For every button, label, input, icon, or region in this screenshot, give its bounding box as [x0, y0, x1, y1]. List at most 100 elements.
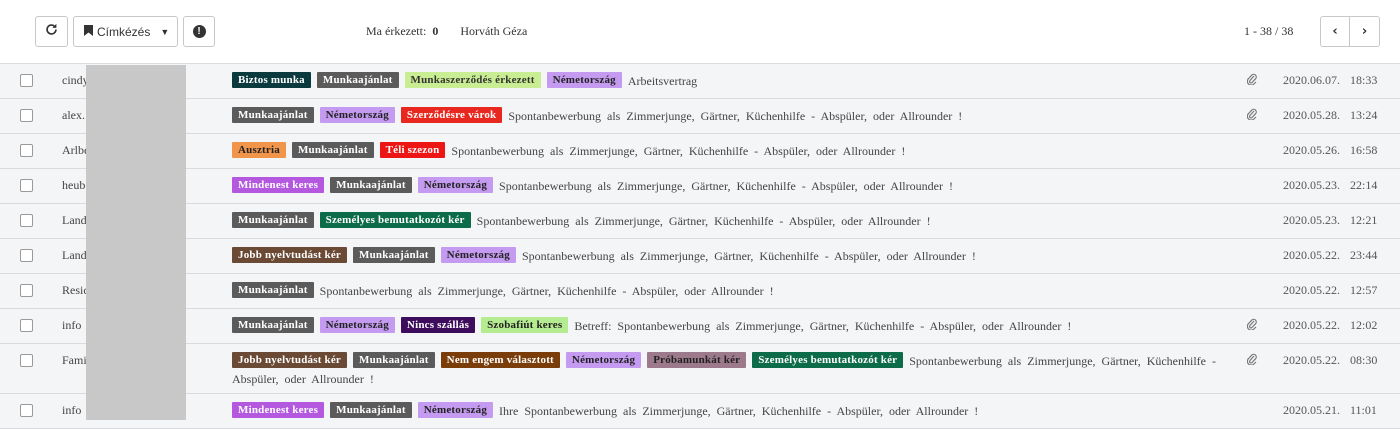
- label-tag[interactable]: Szobafiút keres: [481, 317, 569, 333]
- label-tag[interactable]: Jobb nyelvtudást kér: [232, 247, 348, 263]
- label-tag[interactable]: Munkaajánlat: [316, 72, 399, 88]
- label-tag[interactable]: Munkaajánlat: [353, 352, 435, 368]
- subject[interactable]: Betreff: Spontanbewerbung als Zimmerjung…: [574, 319, 1071, 333]
- received-date: 2020.05.22.: [1283, 318, 1340, 332]
- mail-row[interactable]: Land Munkaajánlat Személyes bemutatkozót k…: [0, 204, 1400, 239]
- sender: info: [62, 403, 82, 417]
- paperclip-icon: [1246, 73, 1257, 88]
- label-tag[interactable]: Németország: [417, 402, 494, 418]
- received-time: 18:33: [1350, 73, 1378, 87]
- subject[interactable]: Ihre Spontanbewerbung als Zimmerjunge, G…: [499, 404, 978, 418]
- row-checkbox[interactable]: [20, 284, 33, 297]
- mail-row[interactable]: Fami Jobb nyelvtudást kér Munkaajánlat Nem …: [0, 344, 1400, 394]
- row-checkbox[interactable]: [20, 144, 33, 157]
- row-content: Munkaajánlat Személyes bemutatkozót kér Sp…: [232, 212, 1232, 230]
- sender: Land: [62, 248, 87, 262]
- row-checkbox[interactable]: [20, 214, 33, 227]
- received-time: 11:01: [1350, 403, 1377, 417]
- sender: Fami: [62, 353, 87, 367]
- mail-row[interactable]: info Munkaajánlat Németország Nincs szállás…: [0, 309, 1400, 344]
- subject[interactable]: Spontanbewerbung als Zimmerjunge, Gärtne…: [320, 284, 774, 298]
- row-content: Munkaajánlat Németország Nincs szállás Szob…: [232, 317, 1232, 335]
- label-tag[interactable]: Nem engem választott: [440, 352, 560, 368]
- user-name: Horváth Géza: [460, 24, 528, 38]
- mail-row[interactable]: alex. Munkaajánlat Németország Szerződésre …: [0, 99, 1400, 134]
- row-content: Jobb nyelvtudást kér Munkaajánlat Németors…: [232, 247, 1232, 265]
- label-tag[interactable]: Személyes bemutatkozót kér: [319, 212, 471, 228]
- received-time: 12:21: [1350, 213, 1378, 227]
- label-tag[interactable]: Németország: [319, 107, 395, 123]
- label-tag[interactable]: Munkaszerződés érkezett: [404, 72, 541, 88]
- received-time: 13:24: [1350, 108, 1378, 122]
- subject[interactable]: Spontanbewerbung als Zimmerjunge, Gärtne…: [522, 249, 976, 263]
- label-tag[interactable]: Németország: [417, 177, 494, 193]
- row-checkbox[interactable]: [20, 109, 33, 122]
- row-content: Ausztria Munkaajánlat Téli szezon Spontanbe…: [232, 142, 1232, 160]
- row-checkbox[interactable]: [20, 249, 33, 262]
- label-tag[interactable]: Munkaajánlat: [291, 142, 374, 158]
- label-tag[interactable]: Munkaajánlat: [353, 247, 435, 263]
- subject[interactable]: Spontanbewerbung als Zimmerjunge, Gärtne…: [499, 179, 953, 193]
- prev-page-button[interactable]: ‹: [1320, 16, 1350, 47]
- row-checkbox[interactable]: [20, 319, 33, 332]
- label-tag[interactable]: Személyes bemutatkozót kér: [752, 352, 904, 368]
- chevron-left-icon: ‹: [1332, 24, 1338, 39]
- subject[interactable]: Spontanbewerbung als Zimmerjunge, Gärtne…: [508, 109, 962, 123]
- label-tag[interactable]: Jobb nyelvtudást kér: [232, 352, 348, 368]
- subject[interactable]: Spontanbewerbung als Zimmerjunge, Gärtne…: [451, 144, 905, 158]
- subject[interactable]: Arbeitsvertrag: [628, 74, 697, 88]
- info-icon: !: [192, 25, 206, 38]
- label-tag[interactable]: Németország: [440, 247, 516, 263]
- mail-row[interactable]: cindy Biztos munka Munkaajánlat Munkaszerző…: [0, 64, 1400, 99]
- mail-row[interactable]: info Mindenest keres Munkaajánlat Németorsz…: [0, 394, 1400, 429]
- label-tag[interactable]: Munkaajánlat: [232, 282, 314, 298]
- label-tag[interactable]: Munkaajánlat: [232, 107, 314, 123]
- caret-down-icon: ▼: [160, 26, 170, 37]
- received-date: 2020.05.26.: [1283, 143, 1340, 157]
- paperclip-icon: [1246, 108, 1257, 123]
- label-tag[interactable]: Németország: [546, 72, 622, 88]
- row-checkbox[interactable]: [20, 74, 33, 87]
- label-tag[interactable]: Munkaajánlat: [330, 177, 412, 193]
- today-label: Ma érkezett:: [366, 24, 427, 38]
- row-checkbox[interactable]: [20, 179, 33, 192]
- label-tag[interactable]: Biztos munka: [232, 72, 311, 88]
- mail-row[interactable]: Land Jobb nyelvtudást kér Munkaajánlat Néme…: [0, 239, 1400, 274]
- next-page-button[interactable]: ›: [1349, 16, 1380, 47]
- sender: heub: [62, 178, 86, 192]
- row-content: Biztos munka Munkaajánlat Munkaszerződés é…: [232, 72, 1232, 90]
- row-checkbox[interactable]: [20, 354, 33, 367]
- label-tag[interactable]: Németország: [319, 317, 395, 333]
- bookmark-icon: [84, 24, 93, 39]
- label-tag[interactable]: Munkaajánlat: [232, 317, 314, 333]
- label-tag[interactable]: Szerződésre várok: [400, 107, 503, 123]
- mail-row[interactable]: heub Mindenest keres Munkaajánlat Németorsz…: [0, 169, 1400, 204]
- row-checkbox[interactable]: [20, 404, 33, 417]
- sender: cindy: [62, 73, 89, 87]
- label-tag[interactable]: Munkaajánlat: [330, 402, 412, 418]
- mail-row[interactable]: Arlbe Ausztria Munkaajánlat Téli szezon Spon…: [0, 134, 1400, 169]
- row-content: Mindenest keres Munkaajánlat Németország Ih…: [232, 402, 1232, 420]
- label-tag[interactable]: Nincs szállás: [400, 317, 476, 333]
- received-date: 2020.06.07.: [1283, 73, 1340, 87]
- redaction-block: [86, 65, 186, 420]
- label-tag[interactable]: Németország: [565, 352, 642, 368]
- received-date: 2020.05.22.: [1283, 353, 1340, 367]
- mail-list: cindy Biztos munka Munkaajánlat Munkaszerző…: [0, 64, 1400, 429]
- info-button[interactable]: !: [183, 16, 215, 47]
- label-tag[interactable]: Ausztria: [232, 142, 286, 158]
- label-tag[interactable]: Mindenest keres: [232, 402, 325, 418]
- subject[interactable]: Spontanbewerbung als Zimmerjunge, Gärtne…: [477, 214, 931, 228]
- mail-row[interactable]: Resic Munkaajánlat Spontanbewerbung als Zi…: [0, 274, 1400, 309]
- label-tag[interactable]: Próbamunkát kér: [647, 352, 747, 368]
- label-dropdown-button[interactable]: Címkézés ▼: [73, 16, 178, 47]
- today-status: Ma érkezett: 0 Horváth Géza: [366, 24, 527, 39]
- label-tag[interactable]: Mindenest keres: [232, 177, 325, 193]
- sender: alex.: [62, 108, 85, 122]
- refresh-button[interactable]: [35, 16, 68, 47]
- received-date: 2020.05.22.: [1283, 283, 1340, 297]
- label-tag[interactable]: Munkaajánlat: [232, 212, 314, 228]
- pagination-info: 1 - 38 / 38: [1244, 24, 1294, 38]
- received-date: 2020.05.28.: [1283, 108, 1340, 122]
- label-tag[interactable]: Téli szezon: [379, 142, 446, 158]
